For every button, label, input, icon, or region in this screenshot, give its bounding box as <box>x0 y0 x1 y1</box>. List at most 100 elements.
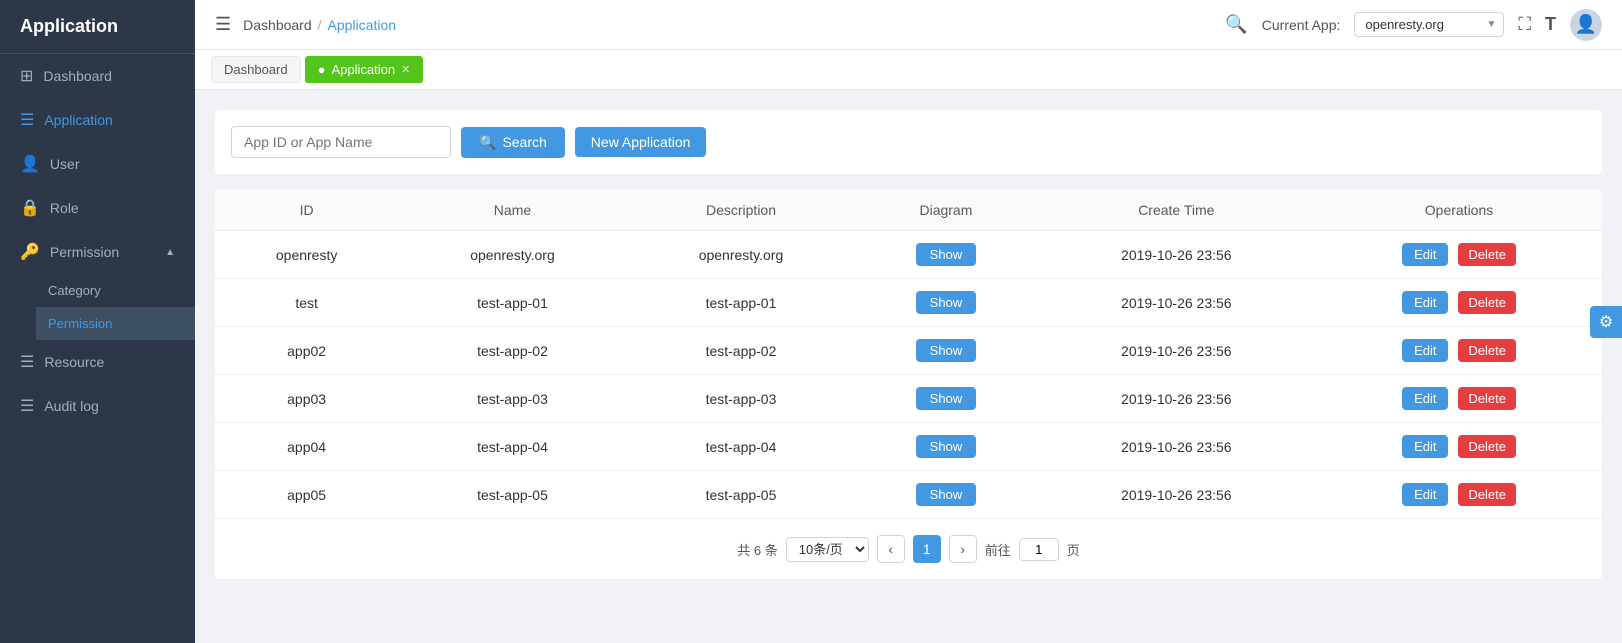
edit-button[interactable]: Edit <box>1402 339 1448 362</box>
sidebar-item-label: Role <box>50 200 79 216</box>
current-app-label: Current App: <box>1262 17 1341 33</box>
page-1-button[interactable]: 1 <box>913 535 941 563</box>
col-header-create-time: Create Time <box>1037 190 1316 231</box>
delete-button[interactable]: Delete <box>1458 387 1516 410</box>
sidebar-submenu-permission: Category Permission <box>0 274 195 340</box>
search-button[interactable]: 🔍 Search <box>461 127 565 158</box>
table-row: app02 test-app-02 test-app-02 Show 2019-… <box>215 327 1602 375</box>
pagination: 共 6 条 10条/页 20条/页 50条/页 ‹ 1 › 前往 页 <box>215 518 1602 579</box>
show-button[interactable]: Show <box>916 483 977 506</box>
col-header-name: Name <box>398 190 627 231</box>
tab-application[interactable]: ● Application ✕ <box>305 56 424 83</box>
font-size-icon[interactable]: T <box>1545 14 1556 35</box>
cell-diagram: Show <box>855 471 1036 519</box>
cell-id: app03 <box>215 375 398 423</box>
applications-table: ID Name Description Diagram Create Time … <box>215 190 1602 579</box>
current-app-select[interactable]: openresty.org <box>1354 12 1504 37</box>
show-button[interactable]: Show <box>916 339 977 362</box>
show-button[interactable]: Show <box>916 291 977 314</box>
new-application-button[interactable]: New Application <box>575 127 707 157</box>
total-suffix: 条 <box>765 543 778 558</box>
edit-button[interactable]: Edit <box>1402 291 1448 314</box>
sidebar-item-label: Permission <box>48 316 112 331</box>
cell-operations: Edit Delete <box>1316 279 1602 327</box>
breadcrumb-dashboard[interactable]: Dashboard <box>243 17 312 33</box>
delete-button[interactable]: Delete <box>1458 291 1516 314</box>
sidebar-item-role[interactable]: 🔒 Role <box>0 186 195 230</box>
cell-diagram: Show <box>855 375 1036 423</box>
cell-name: test-app-04 <box>398 423 627 471</box>
tab-dashboard[interactable]: Dashboard <box>211 56 301 83</box>
sidebar-item-dashboard[interactable]: ⊞ Dashboard <box>0 54 195 98</box>
sidebar: Application ⊞ Dashboard ☰ Application 👤 … <box>0 0 195 643</box>
edit-button[interactable]: Edit <box>1402 387 1448 410</box>
dashboard-icon: ⊞ <box>20 66 33 86</box>
sidebar-item-user[interactable]: 👤 User <box>0 142 195 186</box>
table-row: app04 test-app-04 test-app-04 Show 2019-… <box>215 423 1602 471</box>
cell-id: app05 <box>215 471 398 519</box>
cell-description: test-app-01 <box>627 279 856 327</box>
sidebar-item-permission-parent[interactable]: 🔑 Permission ▲ <box>0 230 195 274</box>
sidebar-item-audit-log[interactable]: ☰ Audit log <box>0 384 195 428</box>
close-icon[interactable]: ✕ <box>401 63 410 76</box>
show-button[interactable]: Show <box>916 435 977 458</box>
cell-name: test-app-02 <box>398 327 627 375</box>
search-icon[interactable]: 🔍 <box>1225 14 1247 35</box>
page-size-select[interactable]: 10条/页 20条/页 50条/页 <box>786 537 869 562</box>
search-bar: 🔍 Search New Application <box>215 110 1602 174</box>
prev-page-button[interactable]: ‹ <box>877 535 905 563</box>
table-row: test test-app-01 test-app-01 Show 2019-1… <box>215 279 1602 327</box>
goto-page-input[interactable] <box>1019 538 1059 561</box>
main-area: ☰ Dashboard / Application 🔍 Current App:… <box>195 0 1622 643</box>
sidebar-item-label: User <box>50 156 80 172</box>
breadcrumb-separator: / <box>318 17 322 33</box>
edit-button[interactable]: Edit <box>1402 243 1448 266</box>
cell-diagram: Show <box>855 231 1036 279</box>
sidebar-logo: Application <box>0 0 195 54</box>
sidebar-item-application[interactable]: ☰ Application <box>0 98 195 142</box>
permission-icon: 🔑 <box>20 242 40 262</box>
cell-create-time: 2019-10-26 23:56 <box>1037 471 1316 519</box>
cell-create-time: 2019-10-26 23:56 <box>1037 423 1316 471</box>
goto-page-suffix: 页 <box>1067 540 1080 559</box>
sidebar-item-resource[interactable]: ☰ Resource <box>0 340 195 384</box>
menu-icon[interactable]: ☰ <box>215 14 231 35</box>
next-page-button[interactable]: › <box>949 535 977 563</box>
cell-name: test-app-03 <box>398 375 627 423</box>
sidebar-item-label: Resource <box>44 354 104 370</box>
delete-button[interactable]: Delete <box>1458 339 1516 362</box>
audit-icon: ☰ <box>20 396 34 416</box>
edit-button[interactable]: Edit <box>1402 435 1448 458</box>
breadcrumb: Dashboard / Application <box>243 17 396 33</box>
cell-name: test-app-01 <box>398 279 627 327</box>
delete-button[interactable]: Delete <box>1458 435 1516 458</box>
show-button[interactable]: Show <box>916 243 977 266</box>
show-button[interactable]: Show <box>916 387 977 410</box>
current-app-wrapper: openresty.org ▼ <box>1354 12 1504 37</box>
cell-operations: Edit Delete <box>1316 327 1602 375</box>
sidebar-item-permission-sub[interactable]: Permission <box>36 307 195 340</box>
delete-button[interactable]: Delete <box>1458 483 1516 506</box>
total-count: 6 <box>754 543 761 558</box>
search-btn-icon: 🔍 <box>479 134 496 151</box>
cell-id: test <box>215 279 398 327</box>
delete-button[interactable]: Delete <box>1458 243 1516 266</box>
cell-diagram: Show <box>855 327 1036 375</box>
breadcrumb-current: Application <box>328 17 397 33</box>
sidebar-item-label: Permission <box>50 244 119 260</box>
floating-settings-button[interactable]: ⚙ <box>1590 306 1622 338</box>
table-header-row: ID Name Description Diagram Create Time … <box>215 190 1602 231</box>
sidebar-item-category[interactable]: Category <box>36 274 195 307</box>
goto-label: 前往 <box>985 540 1011 559</box>
search-input[interactable] <box>231 126 451 158</box>
sidebar-item-label: Application <box>44 112 113 128</box>
fullscreen-icon[interactable]: ⛶ <box>1518 14 1531 35</box>
col-header-description: Description <box>627 190 856 231</box>
settings-icon: ⚙ <box>1599 312 1613 332</box>
cell-id: app04 <box>215 423 398 471</box>
avatar[interactable]: 👤 <box>1570 9 1602 41</box>
table-row: openresty openresty.org openresty.org Sh… <box>215 231 1602 279</box>
edit-button[interactable]: Edit <box>1402 483 1448 506</box>
role-icon: 🔒 <box>20 198 40 218</box>
cell-name: test-app-05 <box>398 471 627 519</box>
